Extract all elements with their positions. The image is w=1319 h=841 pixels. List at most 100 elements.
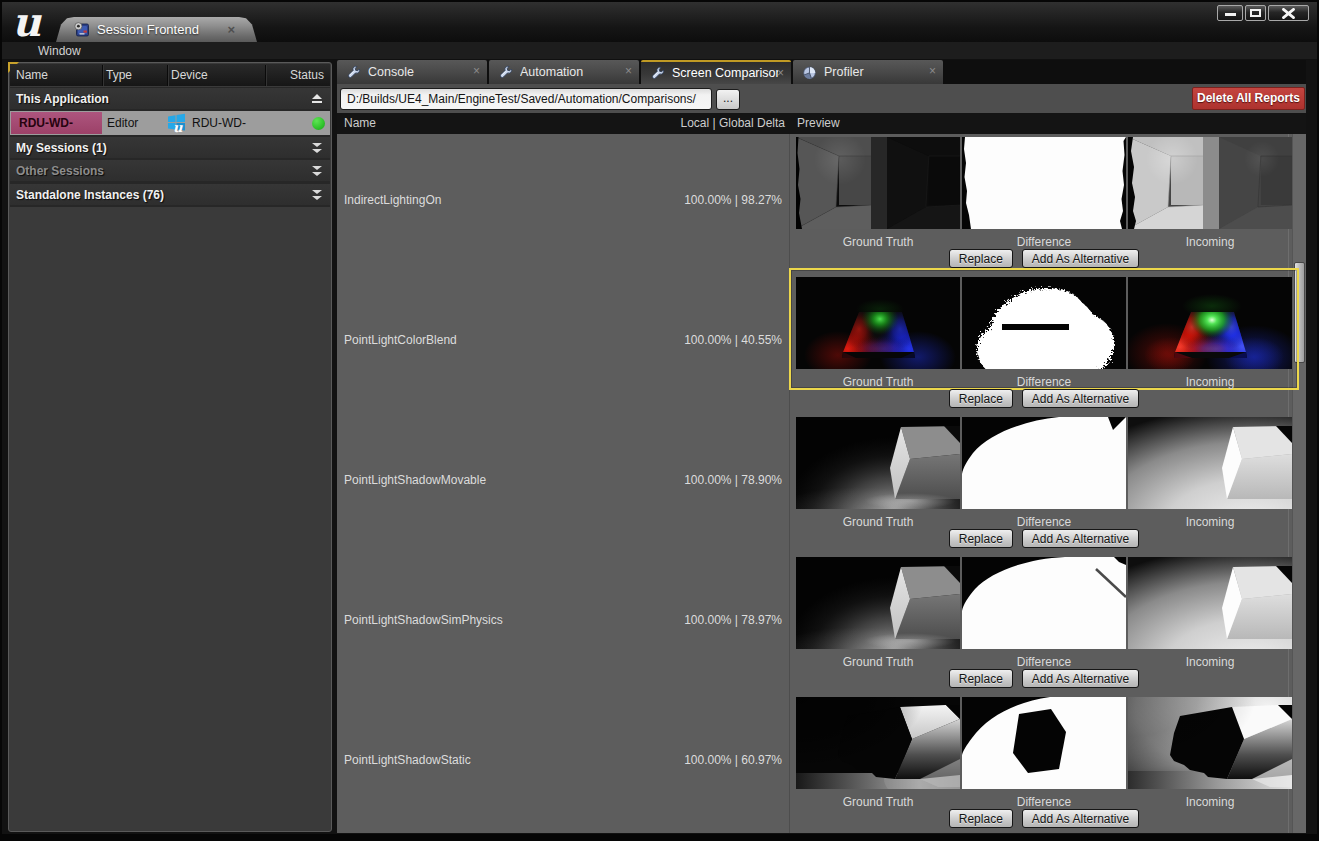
delta-values: 100.00% | 40.55% — [632, 333, 782, 347]
collapse-chevrons-icon[interactable] — [312, 143, 322, 153]
add-as-alternative-button[interactable]: Add As Alternative — [1022, 809, 1139, 828]
label-difference: Difference — [962, 655, 1126, 669]
difference-image[interactable] — [962, 417, 1126, 509]
add-as-alternative-button[interactable]: Add As Alternative — [1022, 249, 1139, 268]
label-ground-truth: Ground Truth — [796, 515, 960, 529]
session-row[interactable]: RDU-WD- Editor RDU-WD- — [10, 111, 330, 135]
add-as-alternative-button[interactable]: Add As Alternative — [1022, 529, 1139, 548]
label-incoming: Incoming — [1128, 515, 1292, 529]
session-frontend-icon — [73, 21, 90, 38]
replace-button[interactable]: Replace — [949, 389, 1013, 408]
windows-editor-device-icon — [166, 113, 188, 134]
tab-automation[interactable]: Automation × — [489, 60, 639, 84]
delete-all-reports-button[interactable]: Delete All Reports — [1192, 87, 1305, 110]
browse-button[interactable]: ... — [716, 89, 740, 110]
add-as-alternative-button[interactable]: Add As Alternative — [1022, 389, 1139, 408]
column-header-name[interactable]: Name — [344, 116, 376, 130]
test-name: PointLightShadowMovable — [344, 473, 486, 487]
preview-block[interactable]: Ground Truth Difference Incoming — [790, 549, 1298, 669]
group-row-other-sessions[interactable]: Other Sessions — [10, 160, 330, 181]
group-row-this-application[interactable]: This Application — [10, 88, 330, 109]
replace-button[interactable]: Replace — [949, 249, 1013, 268]
tab-profiler[interactable]: Profiler × — [793, 60, 943, 84]
menu-bar: Window — [2, 42, 1317, 60]
window-tab-session-frontend[interactable]: Session Frontend × — [56, 17, 257, 42]
ground-truth-image[interactable] — [796, 697, 960, 789]
label-incoming: Incoming — [1128, 375, 1292, 389]
close-icon — [1281, 8, 1296, 19]
column-separator[interactable] — [265, 65, 266, 86]
group-label: My Sessions (1) — [16, 141, 107, 155]
replace-button[interactable]: Replace — [949, 529, 1013, 548]
label-ground-truth: Ground Truth — [796, 375, 960, 389]
collapse-chevrons-icon[interactable] — [312, 166, 322, 176]
session-type: Editor — [107, 116, 138, 130]
group-label: This Application — [16, 92, 109, 106]
collapse-chevrons-icon[interactable] — [312, 190, 322, 200]
minimize-button[interactable] — [1217, 5, 1243, 21]
tab-console[interactable]: Console × — [337, 60, 487, 84]
difference-image[interactable] — [962, 277, 1126, 369]
close-button[interactable] — [1268, 5, 1309, 21]
column-separator[interactable] — [102, 65, 103, 86]
incoming-image[interactable] — [1128, 557, 1292, 649]
incoming-image[interactable] — [1128, 697, 1292, 789]
group-row-my-sessions[interactable]: My Sessions (1) — [10, 137, 330, 158]
column-header-delta[interactable]: Local | Global Delta — [585, 116, 785, 130]
session-browser-header: Name Type Device Status — [10, 64, 330, 86]
tab-close-icon[interactable]: × — [929, 65, 936, 77]
label-ground-truth: Ground Truth — [796, 655, 960, 669]
wrench-icon — [346, 65, 361, 80]
incoming-image[interactable] — [1128, 417, 1292, 509]
replace-button[interactable]: Replace — [949, 669, 1013, 688]
incoming-image[interactable] — [1128, 277, 1292, 369]
delta-values: 100.00% | 78.97% — [632, 613, 782, 627]
label-difference: Difference — [962, 235, 1126, 249]
tab-close-icon[interactable]: × — [473, 65, 480, 77]
column-separator[interactable] — [167, 65, 168, 86]
group-row-standalone-instances[interactable]: Standalone Instances (76) — [10, 184, 330, 205]
comparison-table-header: Name Local | Global Delta Preview — [337, 113, 1306, 134]
replace-button[interactable]: Replace — [949, 809, 1013, 828]
column-header-preview[interactable]: Preview — [797, 116, 840, 130]
session-name: RDU-WD- — [19, 116, 73, 130]
preview-block[interactable]: Ground Truth Difference Incoming — [790, 134, 1298, 249]
label-difference: Difference — [962, 515, 1126, 529]
incoming-image[interactable] — [1128, 137, 1292, 229]
ground-truth-image[interactable] — [796, 557, 960, 649]
tab-close-icon[interactable]: × — [625, 65, 632, 77]
test-name: PointLightShadowStatic — [344, 753, 471, 767]
comparison-table-body: IndirectLightingOn 100.00% | 98.27% Grou… — [337, 134, 1306, 833]
ground-truth-image[interactable] — [796, 417, 960, 509]
delta-values: 100.00% | 78.90% — [632, 473, 782, 487]
preview-block[interactable]: Ground Truth Difference Incoming — [790, 409, 1298, 529]
ground-truth-image[interactable] — [796, 277, 960, 369]
add-as-alternative-button[interactable]: Add As Alternative — [1022, 669, 1139, 688]
tab-screen-comparison[interactable]: Screen Comparison × — [641, 60, 791, 84]
label-ground-truth: Ground Truth — [796, 235, 960, 249]
unreal-engine-logo-icon — [12, 2, 54, 42]
menu-item-window[interactable]: Window — [38, 44, 81, 58]
column-header-type[interactable]: Type — [106, 68, 132, 82]
difference-image[interactable] — [962, 697, 1126, 789]
panel-tab-bar: Console × Automation × Screen Comparison… — [337, 60, 1306, 84]
column-header-name[interactable]: Name — [16, 68, 48, 82]
comparisons-path-input[interactable] — [340, 88, 712, 110]
column-header-device[interactable]: Device — [171, 68, 208, 82]
wrench-icon — [498, 65, 513, 80]
group-label: Other Sessions — [16, 164, 104, 178]
difference-image[interactable] — [962, 137, 1126, 229]
ground-truth-image[interactable] — [796, 137, 960, 229]
tab-close-icon[interactable]: × — [777, 67, 784, 79]
column-header-status[interactable]: Status — [290, 68, 324, 82]
session-name-cell[interactable]: RDU-WD- — [11, 112, 102, 134]
preview-block-selected[interactable]: Ground Truth Difference Incoming — [790, 269, 1298, 389]
maximize-button[interactable] — [1245, 5, 1266, 21]
difference-image[interactable] — [962, 557, 1126, 649]
group-label: Standalone Instances (76) — [16, 188, 164, 202]
eject-icon[interactable] — [312, 94, 322, 103]
tab-label: Console — [368, 65, 474, 79]
preview-block[interactable]: Ground Truth Difference Incoming — [790, 689, 1298, 809]
label-incoming: Incoming — [1128, 655, 1292, 669]
window-tab-close-icon[interactable]: × — [227, 23, 235, 36]
